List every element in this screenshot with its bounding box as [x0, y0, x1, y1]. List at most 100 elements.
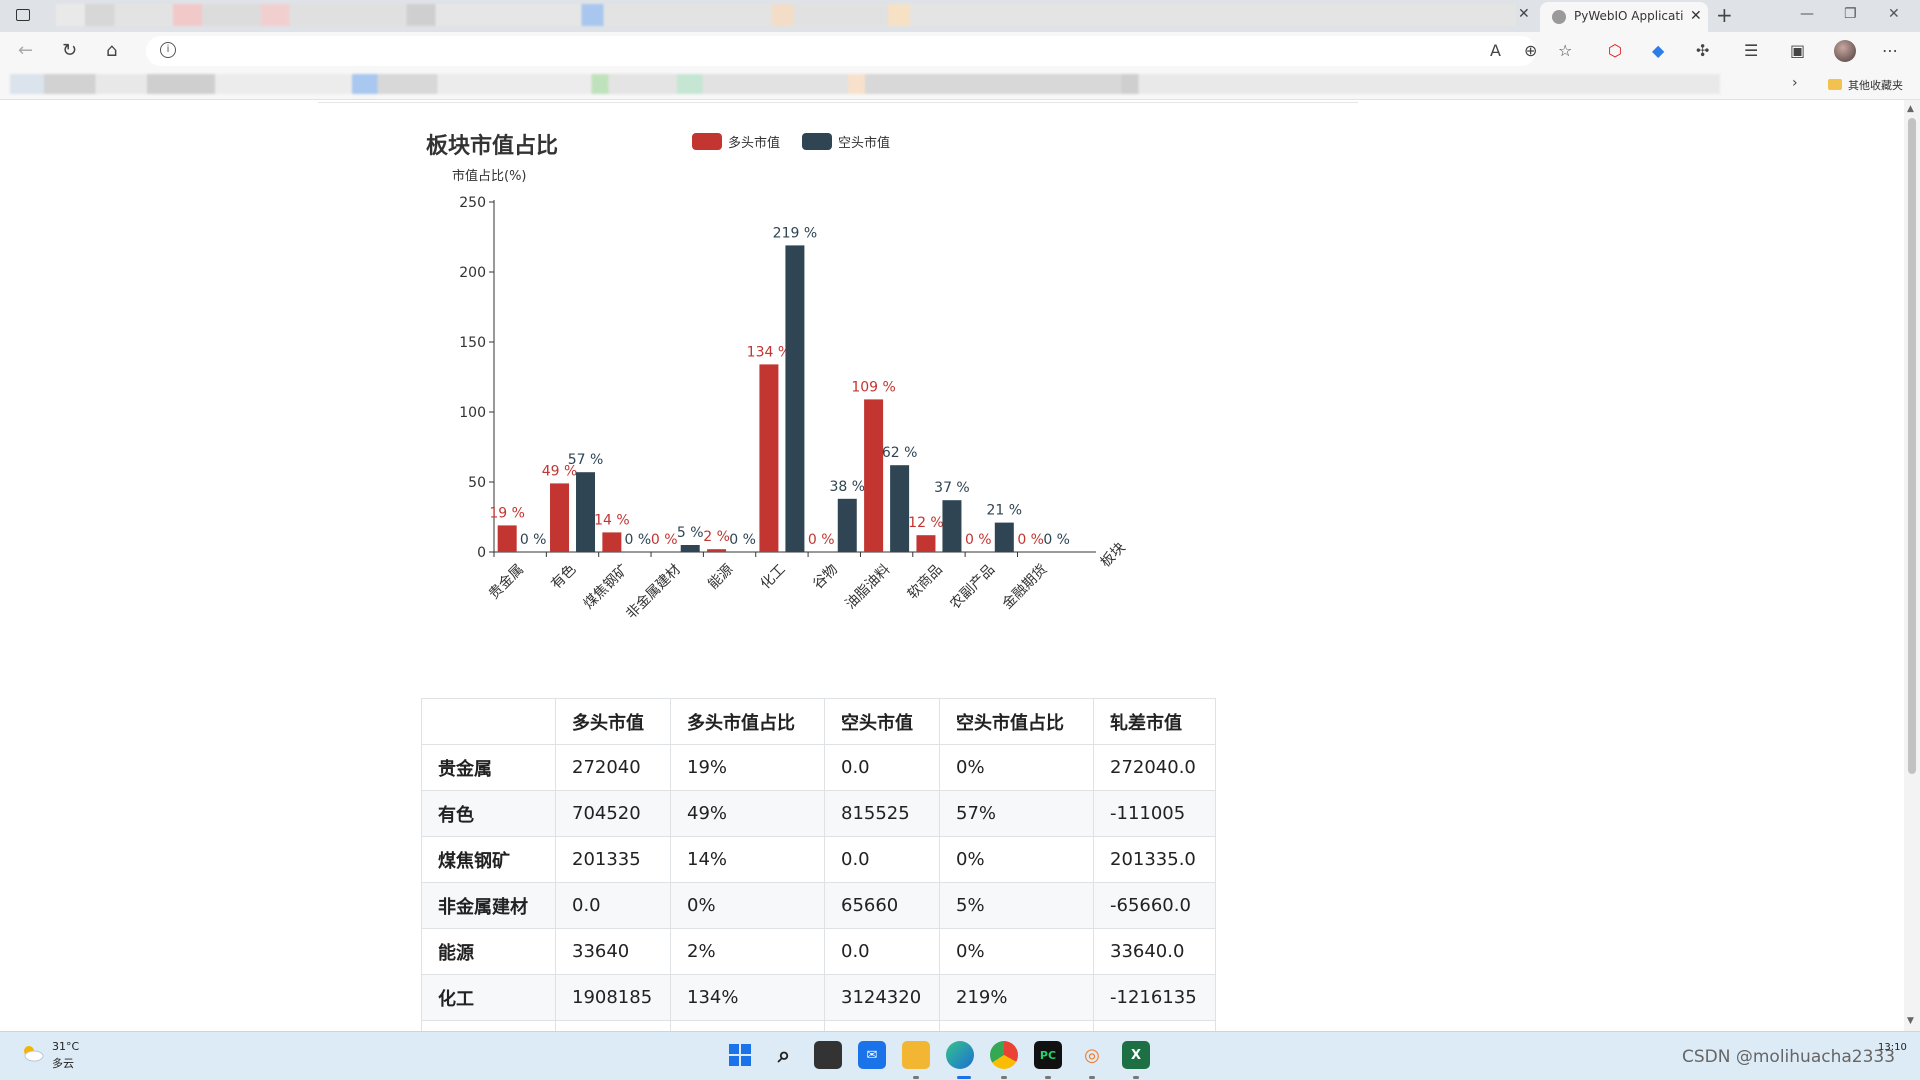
site-info-icon[interactable]: i: [160, 42, 176, 58]
weather-condition: 多云: [52, 1057, 74, 1070]
close-tab-icon[interactable]: ✕: [1690, 8, 1702, 24]
home-icon[interactable]: ⌂: [106, 40, 117, 61]
bar-short: [680, 545, 700, 552]
close-icon[interactable]: ✕: [1518, 6, 1530, 22]
search-icon[interactable]: ⌕: [770, 1041, 798, 1069]
page-viewport: 板块市值占比 多头市值 空头市值 市值占比(%) 0 50 100 150 200 250 贵…: [0, 100, 1904, 1031]
table-cell: 1908185: [555, 974, 671, 1021]
clock-time[interactable]: 13:10: [1878, 1042, 1907, 1053]
table-cell: 0%: [939, 928, 1094, 975]
more-icon[interactable]: ⋯: [1882, 41, 1898, 60]
extension-red-icon[interactable]: ⬡: [1608, 41, 1622, 60]
extension-blue-icon[interactable]: ◆: [1652, 41, 1664, 60]
table-cell: 0.0: [824, 836, 940, 883]
edge-browser-icon[interactable]: [946, 1041, 974, 1069]
table-cell: 57%: [939, 790, 1094, 837]
table-cell: 272040: [555, 744, 671, 791]
table-cell: 134%: [670, 974, 825, 1021]
zoom-icon[interactable]: ⊕: [1524, 41, 1537, 60]
bar-short: [576, 472, 596, 552]
folder-icon: [1828, 79, 1842, 90]
x-tick-label: 化工: [758, 562, 789, 593]
x-tick-label: 煤焦钢矿: [581, 562, 632, 613]
table-body: 贵金属 272040 19% 0.0 0% 272040.0 有色 704520 49% 8155…: [421, 744, 1216, 1031]
y-tick-label: 200: [459, 265, 486, 281]
table-cell: 201335: [555, 836, 671, 883]
data-label: 134 %: [747, 344, 791, 360]
y-tick-label: 150: [459, 335, 486, 351]
table-cell: 5%: [939, 882, 1094, 929]
table-row: 能源 33640 2% 0.0 0% 33640.0: [421, 928, 1216, 975]
new-tab-button[interactable]: +: [1716, 3, 1733, 27]
weather-cloud-icon[interactable]: [20, 1044, 44, 1062]
scroll-down-icon[interactable]: ▼: [1907, 1016, 1914, 1026]
favorite-star-icon[interactable]: ☆: [1558, 41, 1572, 60]
page-favicon-icon: [1552, 10, 1566, 24]
avatar[interactable]: [1834, 40, 1856, 62]
favorites-icon[interactable]: ☰: [1744, 41, 1758, 60]
running-indicator: [1045, 1076, 1051, 1079]
table-row: 贵金属 272040 19% 0.0 0% 272040.0: [421, 744, 1216, 791]
scroll-thumb[interactable]: [1908, 118, 1916, 774]
vertical-scrollbar[interactable]: ▲ ▼: [1904, 100, 1920, 1031]
file-explorer-icon[interactable]: [902, 1041, 930, 1069]
data-label: 62 %: [882, 445, 918, 461]
restore-icon[interactable]: ❐: [1844, 6, 1857, 22]
table-cell: 19%: [670, 744, 825, 791]
minimize-icon[interactable]: —: [1800, 6, 1814, 22]
excel-icon[interactable]: X: [1122, 1041, 1150, 1069]
table-cell: 0%: [939, 836, 1094, 883]
address-input[interactable]: [146, 36, 1536, 66]
table-row: [421, 1020, 1216, 1031]
windows-start-icon[interactable]: [726, 1041, 754, 1069]
y-tick-label: 0: [477, 545, 486, 561]
chrome-icon[interactable]: [990, 1041, 1018, 1069]
scroll-up-icon[interactable]: ▲: [1907, 104, 1914, 114]
table-cell: -65660.0: [1093, 882, 1216, 929]
table-header-cell: 空头市值占比: [939, 698, 1094, 745]
refresh-icon[interactable]: ↻: [62, 40, 77, 61]
mail-icon[interactable]: ✉: [858, 1041, 886, 1069]
table-cell: 815525: [824, 790, 940, 837]
table-row: 有色 704520 49% 815525 57% -111005: [421, 790, 1216, 837]
table-cell: 219%: [939, 974, 1094, 1021]
bar-long: [707, 549, 727, 552]
browser-tab-bar: ✕ PyWebIO Applicati ✕ + — ❐ ✕: [0, 0, 1920, 32]
bar-long: [497, 525, 517, 552]
address-bar-row: ← ↻ ⌂ i A ⊕ ☆ ⬡ ◆ ✣ ☰ ▣ ⋯: [0, 32, 1920, 70]
table-cell: 0.0: [824, 744, 940, 791]
blurred-tabs[interactable]: [56, 4, 1516, 26]
data-label: 219 %: [773, 225, 817, 241]
extensions-icon[interactable]: ✣: [1696, 41, 1709, 60]
task-view-icon[interactable]: [814, 1041, 842, 1069]
chevron-right-icon[interactable]: ›: [1792, 75, 1798, 91]
table-cell: 0.0: [555, 882, 671, 929]
table-cell: 704520: [555, 790, 671, 837]
table-cell: 49%: [670, 790, 825, 837]
table-cell: [939, 1020, 1094, 1031]
x-tick-label: 油脂油料: [843, 562, 894, 613]
window-close-icon[interactable]: ✕: [1888, 6, 1900, 22]
data-label: 0 %: [651, 532, 678, 548]
workspaces-icon[interactable]: [16, 9, 30, 21]
table-header-cell: 多头市值: [555, 698, 671, 745]
weather-temperature: 31°C: [52, 1040, 80, 1053]
back-icon[interactable]: ←: [18, 40, 33, 61]
other-favorites-folder[interactable]: 其他收藏夹: [1848, 77, 1903, 93]
collections-icon[interactable]: ▣: [1790, 41, 1805, 60]
running-indicator: [913, 1076, 919, 1079]
bar-short: [890, 465, 910, 552]
active-tab[interactable]: PyWebIO Applicati ✕: [1540, 2, 1708, 32]
data-label: 0 %: [520, 532, 547, 548]
data-label: 0 %: [965, 532, 992, 548]
read-aloud-icon[interactable]: A: [1490, 41, 1501, 60]
bar-long: [759, 364, 779, 552]
data-label: 0 %: [808, 532, 835, 548]
table-row-header: 非金属建材: [421, 882, 556, 929]
table-row-header: [421, 1020, 556, 1031]
pycharm-icon[interactable]: PC: [1034, 1041, 1062, 1069]
table-cell: 0%: [670, 882, 825, 929]
data-label: 37 %: [934, 480, 970, 496]
jupyter-icon[interactable]: ◎: [1078, 1041, 1106, 1069]
blurred-bookmarks[interactable]: [10, 74, 1720, 94]
